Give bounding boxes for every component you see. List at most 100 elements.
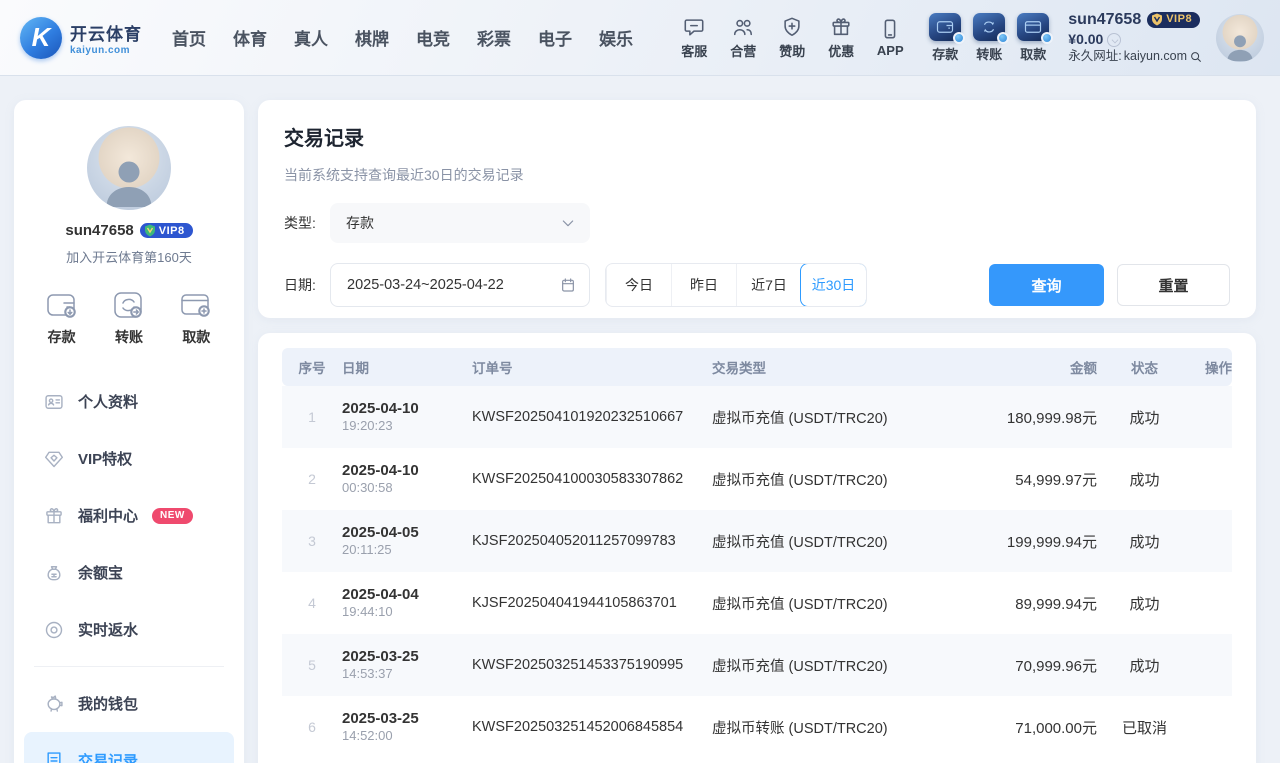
- row-amount: 89,999.94元: [962, 593, 1097, 614]
- brand-name: 开云体育: [70, 20, 142, 45]
- wallet-item-label: 取款: [1020, 44, 1046, 63]
- sidebar-quick-actions: 存款 转账 取款: [14, 290, 244, 347]
- profile-sidebar: sun47658 VIP8 加入开云体育第160天 存款 转账 取款 个人资料 …: [14, 100, 244, 763]
- nav-item[interactable]: 彩票: [477, 25, 511, 50]
- gem-icon: [44, 449, 64, 469]
- sidebar-divider: [34, 666, 224, 667]
- table-row: 2 2025-04-10 00:30:58 KWSF20250410003058…: [282, 448, 1232, 510]
- column-header: 订单号: [472, 357, 712, 377]
- balance-amount: ¥0.00: [1068, 31, 1103, 49]
- row-status: 成功: [1097, 655, 1192, 676]
- date-range-input[interactable]: 2025-03-24~2025-04-22: [330, 263, 590, 307]
- balance-dropdown-icon[interactable]: [1107, 33, 1121, 47]
- row-amount: 180,999.98元: [962, 407, 1097, 428]
- transfer-button[interactable]: 转账: [973, 13, 1005, 63]
- sidebar-item-transactions[interactable]: 交易记录: [24, 732, 234, 763]
- profile-vip-badge: VIP8: [140, 223, 193, 238]
- nav-item[interactable]: 体育: [233, 25, 267, 50]
- type-select[interactable]: 存款: [330, 203, 590, 243]
- sidebar-item-wallet[interactable]: 我的钱包: [14, 675, 244, 732]
- gift-icon: [44, 506, 64, 526]
- quick-item-label: 赞助: [779, 41, 805, 60]
- column-header: 操作: [1192, 357, 1232, 377]
- row-date: 2025-04-10 00:30:58: [342, 461, 472, 497]
- user-avatar[interactable]: [1216, 14, 1264, 62]
- date-filter-row: 日期: 2025-03-24~2025-04-22 今日昨日近7日近30日 查询…: [284, 263, 1230, 307]
- receipt-list-icon: [44, 751, 64, 763]
- username: sun47658: [1068, 10, 1141, 30]
- row-order-number: KJSF202504041944105863701: [472, 595, 712, 611]
- row-transaction-type: 虚拟币充值 (USDT/TRC20): [712, 469, 962, 490]
- row-time: 19:44:10: [342, 604, 472, 621]
- nav-item[interactable]: 真人: [294, 25, 328, 50]
- deposit-button[interactable]: 存款: [929, 13, 961, 63]
- nav-item[interactable]: 娱乐: [599, 25, 633, 50]
- row-order-number: KJSF202504052011257099783: [472, 533, 712, 549]
- row-date: 2025-04-05 20:11:25: [342, 523, 472, 559]
- page-subtitle: 当前系统支持查询最近30日的交易记录: [284, 165, 1230, 185]
- nav-item[interactable]: 棋牌: [355, 25, 389, 50]
- row-status: 成功: [1097, 593, 1192, 614]
- app-download-button[interactable]: APP: [872, 18, 908, 58]
- date-range-value: 2025-03-24~2025-04-22: [347, 277, 504, 293]
- sidebar-transfer-button[interactable]: 转账: [112, 290, 146, 347]
- main-navigation: 首页 体育 真人 棋牌 电竞 彩票 电子 娱乐: [172, 25, 633, 50]
- row-time: 19:20:23: [342, 418, 472, 435]
- nav-item[interactable]: 电竞: [416, 25, 450, 50]
- sidebar-item-yuebao[interactable]: 余额宝: [14, 544, 244, 601]
- topbar-right-cluster: 客服 合营 赞助 优惠 APP 存款: [676, 10, 1264, 65]
- quick-action-label: 存款: [48, 327, 76, 347]
- table-row: 4 2025-04-04 19:44:10 KJSF20250404194410…: [282, 572, 1232, 634]
- quick-range-button[interactable]: 近7日: [736, 264, 801, 306]
- promotions-button[interactable]: 优惠: [823, 16, 859, 60]
- sidebar-item-vip[interactable]: VIP特权: [14, 430, 244, 487]
- reset-button[interactable]: 重置: [1117, 264, 1230, 306]
- row-date: 2025-03-25 14:53:37: [342, 647, 472, 683]
- column-header: 状态: [1097, 357, 1192, 377]
- quick-range-group: 今日昨日近7日近30日: [605, 263, 867, 307]
- table-row: 1 2025-04-10 19:20:23 KWSF20250410192023…: [282, 386, 1232, 448]
- row-time: 20:11:25: [342, 542, 472, 559]
- sidebar-item-benefits[interactable]: 福利中心 NEW: [14, 487, 244, 544]
- withdraw-button[interactable]: 取款: [1017, 13, 1049, 63]
- row-order-number: KWSF202503251452006845854: [472, 719, 712, 735]
- card-outline-icon: [179, 290, 213, 320]
- row-status: 成功: [1097, 531, 1192, 552]
- date-label: 日期:: [284, 275, 330, 295]
- row-status: 已取消: [1097, 717, 1192, 738]
- sponsorship-button[interactable]: 赞助: [774, 16, 810, 60]
- customer-service-button[interactable]: 客服: [676, 16, 712, 60]
- row-time: 14:52:00: [342, 728, 472, 745]
- quick-item-label: 合营: [730, 41, 756, 60]
- join-days-text: 加入开云体育第160天: [14, 247, 244, 266]
- row-date: 2025-04-04 19:44:10: [342, 585, 472, 621]
- calendar-icon: [560, 277, 576, 293]
- row-order-number: KWSF202504100030583307862: [472, 471, 712, 487]
- quick-item-label: 客服: [681, 41, 707, 60]
- row-number: 2: [282, 471, 342, 487]
- row-transaction-type: 虚拟币充值 (USDT/TRC20): [712, 593, 962, 614]
- quick-range-button[interactable]: 今日: [606, 264, 671, 306]
- sidebar-deposit-button[interactable]: 存款: [45, 290, 79, 347]
- search-icon[interactable]: [1189, 50, 1203, 64]
- brand-logo[interactable]: K 开云体育 kaiyun.com: [20, 17, 142, 59]
- search-button[interactable]: 查询: [989, 264, 1104, 306]
- partnership-button[interactable]: 合营: [725, 16, 761, 60]
- nav-item[interactable]: 首页: [172, 25, 206, 50]
- quick-range-button[interactable]: 近30日: [800, 263, 867, 307]
- nav-item[interactable]: 电子: [538, 25, 572, 50]
- gift-icon: [830, 16, 852, 38]
- new-badge: NEW: [152, 508, 193, 524]
- sidebar-item-profile[interactable]: 个人资料: [14, 373, 244, 430]
- profile-username: sun47658: [65, 222, 133, 239]
- table-row: 6 2025-03-25 14:52:00 KWSF20250325145200…: [282, 696, 1232, 758]
- type-filter-row: 类型: 存款: [284, 203, 1230, 243]
- vip-badge: VIP8: [1147, 12, 1200, 28]
- transfer-arrows-icon: [973, 13, 1005, 41]
- vip-shield-icon: [1151, 13, 1163, 26]
- row-number: 5: [282, 657, 342, 673]
- sidebar-menu: 个人资料 VIP特权 福利中心 NEW 余额宝 实时返水 我的钱包 交易记录: [14, 373, 244, 763]
- sidebar-item-rebate[interactable]: 实时返水: [14, 601, 244, 658]
- sidebar-withdraw-button[interactable]: 取款: [179, 290, 213, 347]
- quick-range-button[interactable]: 昨日: [671, 264, 736, 306]
